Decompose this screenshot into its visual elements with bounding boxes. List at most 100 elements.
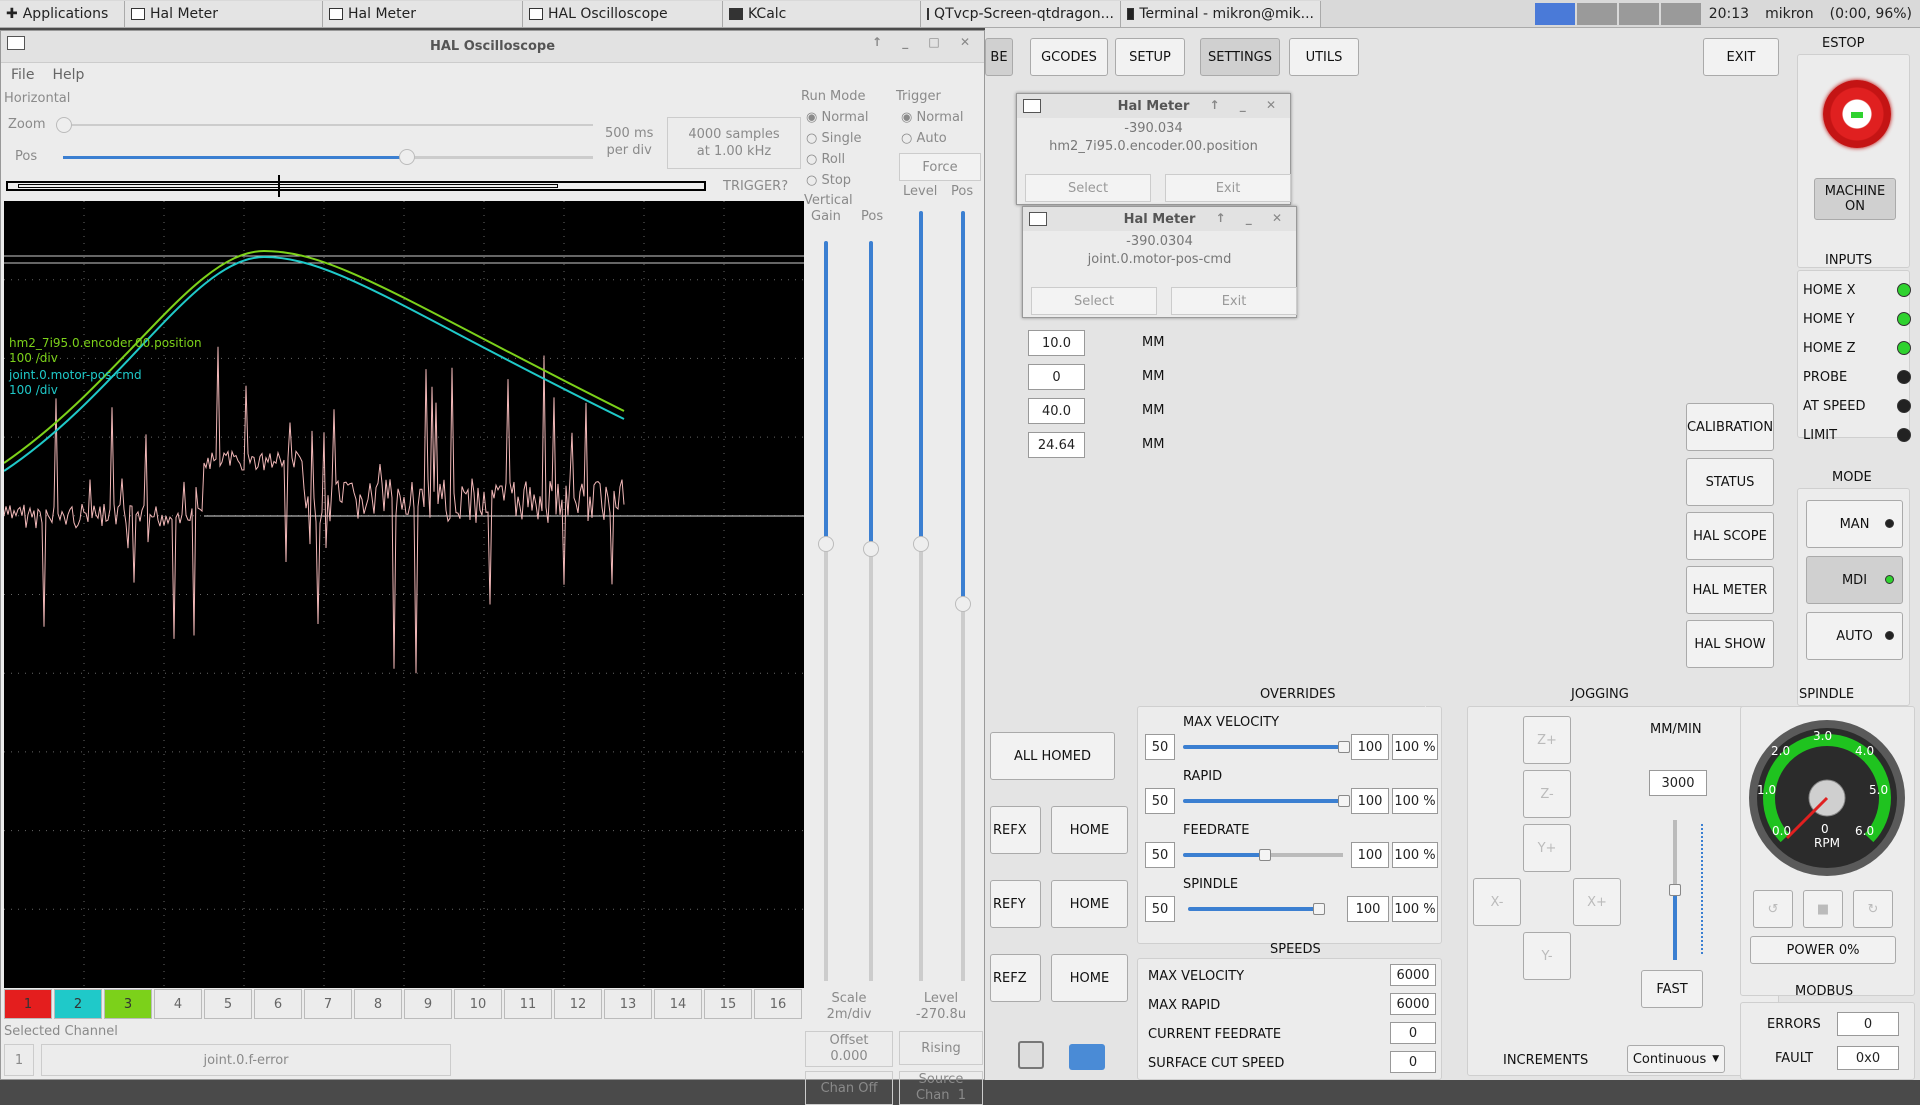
taskbar-hal-meter-2[interactable]: Hal Meter — [323, 0, 523, 27]
vertical-pos-slider[interactable] — [869, 241, 873, 546]
ref-y-button[interactable]: REFY — [990, 880, 1041, 928]
trigger-level-knob[interactable] — [913, 536, 929, 552]
workspace-pager[interactable] — [1534, 2, 1701, 25]
hal-meter-titlebar[interactable]: Hal Meter ↑ _ ✕ — [1017, 94, 1290, 118]
channel-button-1[interactable]: 1 — [4, 989, 52, 1019]
taskbar-qtdragon[interactable]: QTvcp-Screen-qtdragon... — [921, 0, 1121, 27]
offset-button[interactable]: Offset 0.000 — [805, 1031, 893, 1067]
channel-button-14[interactable]: 14 — [654, 989, 702, 1019]
setting-value-2[interactable]: 0 — [1028, 364, 1085, 390]
force-button[interactable]: Force — [899, 153, 981, 181]
taskbar-hal-scope[interactable]: HAL Oscilloscope — [523, 0, 723, 27]
scope-titlebar[interactable]: HAL Oscilloscope ↑ _ □ ✕ — [1, 31, 984, 63]
override-spindle-slider[interactable] — [1188, 907, 1318, 911]
hal-meter-exit-button[interactable]: Exit — [1171, 287, 1297, 315]
override-feedrate-slider[interactable] — [1183, 853, 1263, 857]
taskbar-terminal[interactable]: Terminal - mikron@mik... — [1121, 0, 1321, 27]
channel-button-7[interactable]: 7 — [304, 989, 352, 1019]
channel-button-15[interactable]: 15 — [704, 989, 752, 1019]
channel-button-13[interactable]: 13 — [604, 989, 652, 1019]
jog-rate-knob[interactable] — [1669, 884, 1681, 896]
override-max-velocity-slider[interactable] — [1183, 745, 1343, 749]
vertical-pos-knob[interactable] — [863, 541, 879, 557]
override-spindle-knob[interactable] — [1313, 903, 1325, 915]
channel-button-6[interactable]: 6 — [254, 989, 302, 1019]
trigger-pos-slider[interactable] — [961, 211, 965, 601]
calibration-button[interactable]: CALIBRATION — [1686, 403, 1774, 451]
channel-button-12[interactable]: 12 — [554, 989, 602, 1019]
channel-button-4[interactable]: 4 — [154, 989, 202, 1019]
zoom-slider[interactable] — [63, 124, 593, 126]
channel-button-8[interactable]: 8 — [354, 989, 402, 1019]
channel-button-5[interactable]: 5 — [204, 989, 252, 1019]
ref-x-button[interactable]: REFX — [990, 806, 1041, 854]
jog-z-plus-button[interactable]: Z+ — [1523, 716, 1571, 764]
channel-button-3[interactable]: 3 — [104, 989, 152, 1019]
all-homed-button[interactable]: ALL HOMED — [990, 732, 1115, 780]
hal-meter-exit-button[interactable]: Exit — [1165, 174, 1291, 202]
hal-scope-button[interactable]: HAL SCOPE — [1686, 512, 1774, 560]
jog-x-minus-button[interactable]: X- — [1473, 878, 1521, 926]
window-controls[interactable]: ↑ _ ✕ — [1210, 98, 1284, 112]
spindle-forward-button[interactable]: ↻ — [1853, 890, 1893, 928]
pos-knob[interactable] — [399, 149, 415, 165]
run-mode-normal[interactable]: ◉ Normal — [806, 107, 869, 128]
channel-button-10[interactable]: 10 — [454, 989, 502, 1019]
jog-y-minus-button[interactable]: Y- — [1523, 932, 1571, 980]
setting-value-4[interactable]: 24.64 — [1028, 432, 1085, 458]
ref-z-button[interactable]: REFZ — [990, 954, 1041, 1002]
run-mode-roll[interactable]: ○ Roll — [806, 149, 869, 170]
channel-button-9[interactable]: 9 — [404, 989, 452, 1019]
jog-rate-value[interactable]: 3000 — [1649, 770, 1707, 796]
jog-z-minus-button[interactable]: Z- — [1523, 770, 1571, 818]
gain-slider[interactable] — [824, 241, 828, 541]
scope-plot[interactable]: hm2_7i95.0.encoder.00.position 100 /div … — [3, 201, 804, 988]
override-feedrate-knob[interactable] — [1259, 849, 1271, 861]
setting-value-1[interactable]: 10.0 — [1028, 330, 1085, 356]
zoom-knob[interactable] — [56, 117, 72, 133]
taskbar-kcalc[interactable]: KCalc — [723, 0, 921, 27]
run-mode-single[interactable]: ○ Single — [806, 128, 869, 149]
applications-menu[interactable]: ✚ Applications — [0, 0, 125, 27]
jog-y-plus-button[interactable]: Y+ — [1523, 824, 1571, 872]
gain-knob[interactable] — [818, 536, 834, 552]
home-y-button[interactable]: HOME — [1051, 880, 1128, 928]
hal-meter-button[interactable]: HAL METER — [1686, 566, 1774, 614]
jog-rate-slider[interactable] — [1673, 890, 1677, 960]
machine-on-button[interactable]: MACHINE ON — [1814, 178, 1896, 220]
window-controls[interactable]: ↑ _ □ ✕ — [872, 35, 978, 49]
trigger-mode-auto[interactable]: ○ Auto — [901, 128, 964, 149]
trigger-level-slider[interactable] — [919, 211, 923, 541]
tab-utils[interactable]: UTILS — [1289, 38, 1359, 76]
hal-meter-select-button[interactable]: Select — [1031, 287, 1157, 315]
selected-channel-name[interactable]: joint.0.f-error — [41, 1044, 451, 1076]
setting-value-3[interactable]: 40.0 — [1028, 398, 1085, 424]
tab-be[interactable]: BE — [985, 38, 1013, 76]
search-icon[interactable] — [1018, 1041, 1044, 1069]
home-z-button[interactable]: HOME — [1051, 954, 1128, 1002]
channel-button-11[interactable]: 11 — [504, 989, 552, 1019]
hal-show-button[interactable]: HAL SHOW — [1686, 620, 1774, 668]
window-controls[interactable]: ↑ _ ✕ — [1216, 211, 1290, 225]
hal-meter-select-button[interactable]: Select — [1025, 174, 1151, 202]
override-max-velocity-knob[interactable] — [1338, 741, 1350, 753]
chan-off-button[interactable]: Chan Off — [805, 1071, 893, 1105]
run-mode-stop[interactable]: ○ Stop — [806, 170, 869, 191]
spindle-stop-button[interactable]: ■ — [1803, 890, 1843, 928]
menu-file[interactable]: File — [11, 67, 34, 83]
hal-meter-titlebar[interactable]: Hal Meter ↑ _ ✕ — [1023, 207, 1296, 231]
override-rapid-knob[interactable] — [1338, 795, 1350, 807]
folder-icon[interactable] — [1069, 1044, 1105, 1070]
menu-help[interactable]: Help — [52, 67, 84, 83]
increments-select[interactable]: Continuous ▼ — [1627, 1045, 1725, 1073]
tab-settings[interactable]: SETTINGS — [1200, 38, 1280, 76]
exit-button[interactable]: EXIT — [1703, 38, 1779, 76]
taskbar-hal-meter-1[interactable]: Hal Meter — [125, 0, 323, 27]
trigger-pos-knob[interactable] — [955, 596, 971, 612]
source-button[interactable]: Source Chan 1 — [899, 1071, 983, 1105]
fast-button[interactable]: FAST — [1641, 970, 1703, 1008]
trigger-mode-normal[interactable]: ◉ Normal — [901, 107, 964, 128]
pos-slider[interactable] — [63, 156, 408, 159]
tab-setup[interactable]: SETUP — [1115, 38, 1185, 76]
status-button[interactable]: STATUS — [1686, 458, 1774, 506]
